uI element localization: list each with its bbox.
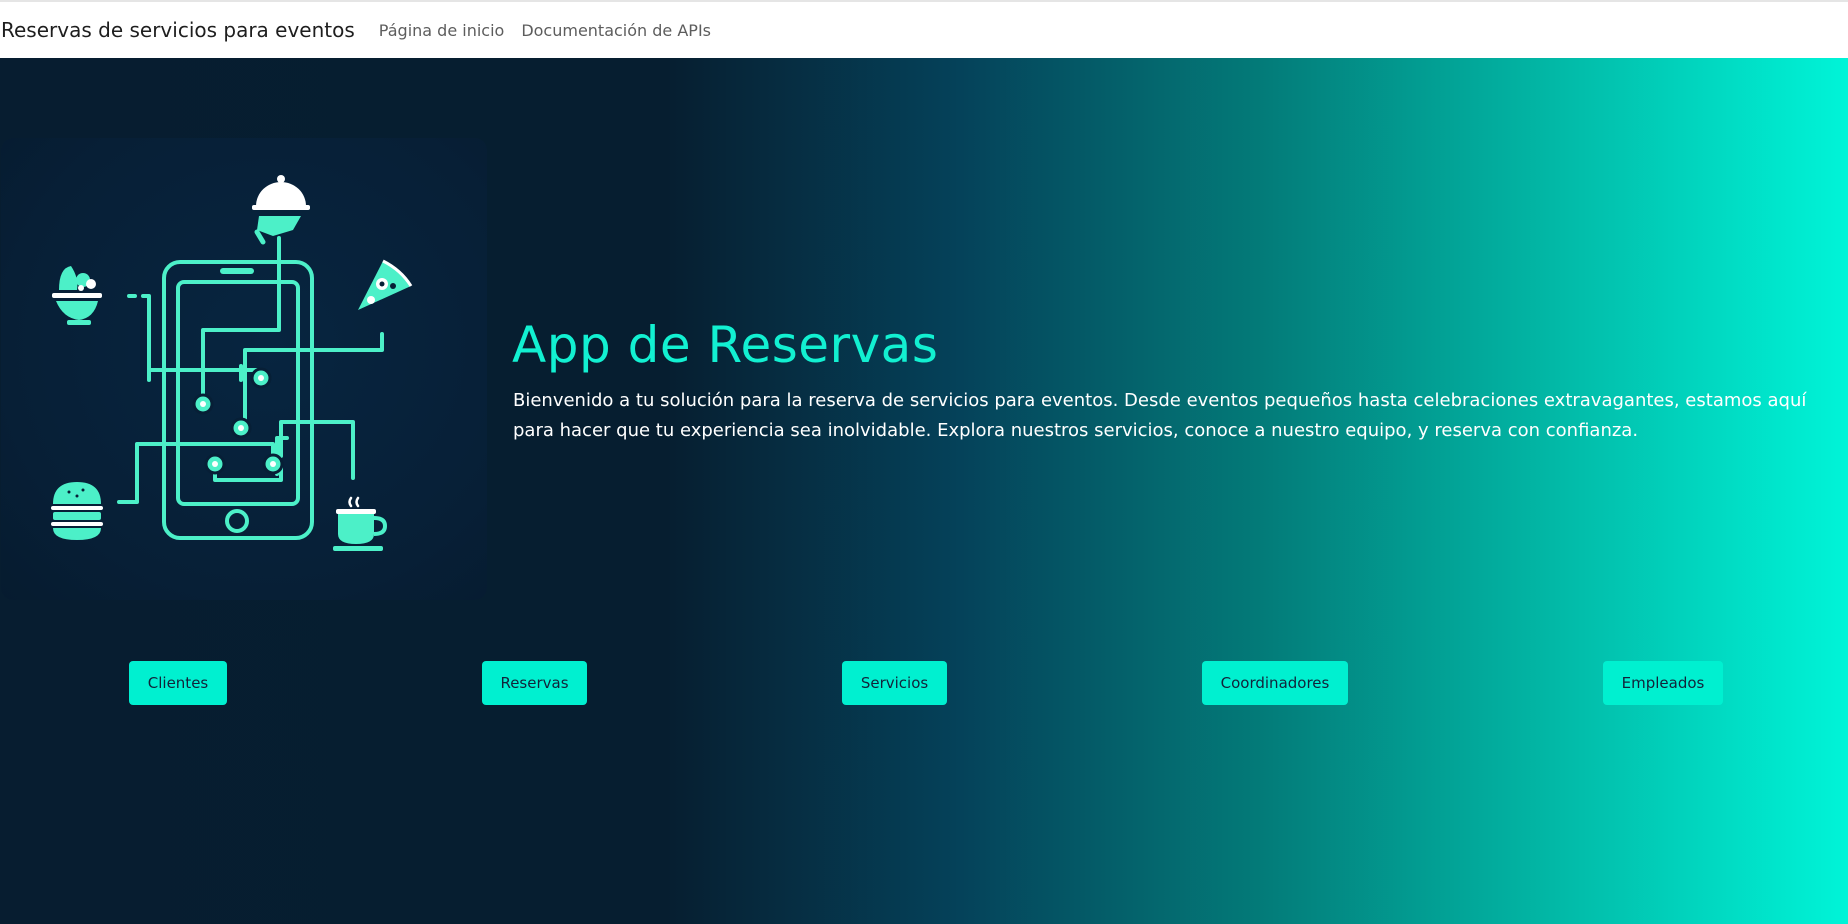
burger-icon [51,482,103,540]
smartphone-icon [117,236,384,540]
hero-title: App de Reservas [512,316,939,374]
clientes-button[interactable]: Clientes [129,661,227,705]
hero-description: Bienvenido a tu solución para la reserva… [513,390,1807,441]
top-navbar: Reservas de servicios para eventos Págin… [0,0,1848,58]
nav-link-home[interactable]: Página de inicio [379,21,505,40]
coffee-cup-icon [333,496,388,551]
pizza-slice-icon [358,259,413,310]
salad-bowl-icon [52,266,102,325]
hero-section: App de Reservas Bienvenido a tu solución… [0,58,1848,924]
nav-link-api-docs[interactable]: Documentación de APIs [521,21,711,40]
servicios-button[interactable]: Servicios [842,661,947,705]
navbar-brand[interactable]: Reservas de servicios para eventos [1,18,355,42]
hero-illustration [1,138,487,600]
cloche-icon [252,175,310,245]
coordinadores-button[interactable]: Coordinadores [1202,661,1348,705]
reservas-button[interactable]: Reservas [482,661,587,705]
empleados-button[interactable]: Empleados [1603,661,1723,705]
